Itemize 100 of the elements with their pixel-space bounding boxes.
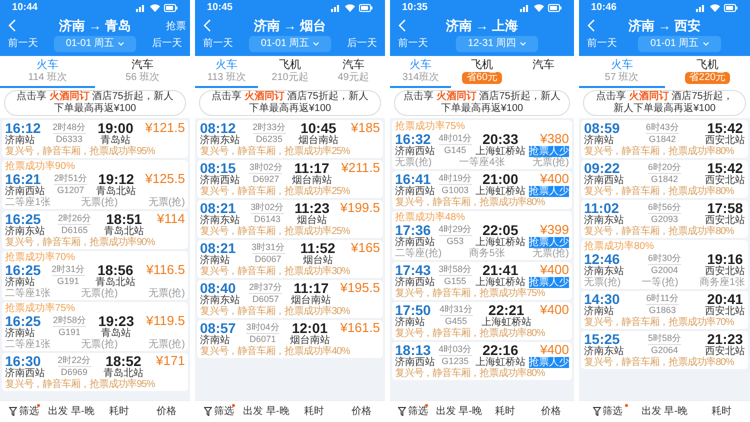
wifi-icon xyxy=(150,4,160,12)
promo-banner[interactable]: 点击享 火酒同订 酒店75折起，新人下单最高再返¥100 xyxy=(583,90,746,116)
sort-option[interactable]: 价格 xyxy=(338,404,385,419)
train-card[interactable]: 抢票成功率75% 16:25 济南站 2时58分 G191 19:23 青岛站 ¥119.5 二等座1张 无票(抢) 无票(抢) xyxy=(2,302,188,351)
arrival-time: 19:23 xyxy=(98,314,134,328)
seat-availability: 无票(抢) xyxy=(532,157,569,168)
promo-banner[interactable]: 点击享 火酒同订 酒店75折起，新人下单最高再返¥100 xyxy=(4,90,186,116)
transport-tab[interactable]: 飞机 210元起 xyxy=(258,59,322,88)
train-card[interactable]: 抢票成功率80% 12:46 济南东站 6时30分 G2004 19:16 西安北站 无票(抢) 一等(抢) 商务座1张 xyxy=(581,240,748,289)
train-card[interactable]: 16:12 济南站 2时48分 D6333 19:00 青岛站 ¥121.5 复兴号，静音车厢，抢票成功率95% xyxy=(2,120,188,158)
train-card[interactable]: 18:13 济南西站 4时03分 G1235 22:16 上海虹桥站 ¥400 抢票人少 复兴号，静音车厢，抢票成功率80% xyxy=(392,342,572,380)
battery-icon xyxy=(548,4,562,12)
arrival-time: 20:41 xyxy=(707,292,743,306)
duration: 3时31分 xyxy=(252,241,285,254)
train-card[interactable]: 抢票成功率48% 17:36 济南西站 4时29分 G53 22:05 上海虹桥站 ¥399 抢票人少 二等座(抢) 商务5张 无票(抢) xyxy=(392,211,572,260)
sort-option[interactable]: 耗时 xyxy=(693,404,750,419)
tab-subtitle: 57 班次 xyxy=(604,72,639,84)
train-card[interactable]: 抢票成功率75% 16:32 济南西站 4时01分 G145 20:33 上海虹桥站 ¥380 抢票人少 无票(抢) 一等座4张 无票(抢) xyxy=(392,120,572,169)
train-card[interactable]: 16:30 济南西站 2时22分 D6969 18:52 青岛北站 ¥171 复兴号，静音车厢，抢票成功率95% xyxy=(2,353,188,391)
arrival-station: 上海虹桥站 xyxy=(481,317,532,328)
transport-tab[interactable]: 飞机 省220元 xyxy=(664,59,750,88)
sort-option[interactable]: 耗时 xyxy=(482,404,528,419)
ticket-price: ¥125.5 xyxy=(145,172,185,186)
ticket-price: ¥399 xyxy=(540,223,569,237)
train-card[interactable]: 09:22 济南西站 6时20分 G1842 15:42 西安北站 复兴号，静音车厢，抢票成功率80% xyxy=(581,160,748,198)
sort-option[interactable]: 耗时 xyxy=(290,404,338,419)
filter-icon xyxy=(8,407,17,416)
sort-option[interactable]: 筛选 xyxy=(195,404,242,419)
arrival-station: 烟台南站 xyxy=(291,295,332,306)
train-note: 复兴号，静音车厢，抢票成功率75% xyxy=(395,288,546,299)
back-button[interactable] xyxy=(203,19,211,32)
train-note: 复兴号，静音车厢，抢票成功率90% xyxy=(5,237,156,248)
transport-tab[interactable]: 汽车 xyxy=(512,59,574,88)
sort-option[interactable]: 耗时 xyxy=(95,404,142,419)
departure-time: 17:43 xyxy=(395,263,431,277)
train-card[interactable]: 14:30 济南站 6时11分 G1863 20:41 西安北站 复兴号，静音车厢，抢票成功率70% xyxy=(581,291,748,329)
train-card[interactable]: 16:41 济南西站 4时19分 G1003 21:00 上海虹桥站 ¥400 抢票人少 复兴号，静音车厢，抢票成功率80% xyxy=(392,171,572,209)
arrival-time: 21:23 xyxy=(707,332,743,346)
success-rate-tag: 抢票成功率90% xyxy=(5,161,185,172)
train-number: G2004 xyxy=(650,265,678,276)
chevron-down-icon xyxy=(118,42,124,46)
arrival-station: 青岛北站 xyxy=(103,368,144,379)
train-card[interactable]: 17:50 济南站 4时31分 G455 22:21 上海虹桥站 ¥400 复兴号，静音车厢，抢票成功率80% xyxy=(392,302,572,340)
promo-banner[interactable]: 点击享 火酒同订 酒店75折起，新人下单最高再返¥100 xyxy=(394,90,570,116)
train-card[interactable]: 08:21 济南站 3时31分 D6067 11:52 烟台站 ¥165 复兴号，静音车厢，抢票成功率30% xyxy=(197,240,383,278)
promo-banner[interactable]: 点击享 火酒同订 酒店75折起，新人下单最高再返¥100 xyxy=(199,90,381,116)
signal-icon xyxy=(331,4,341,12)
departure-station: 济南站 xyxy=(200,335,231,346)
transport-tab[interactable]: 汽车 56 班次 xyxy=(95,59,190,88)
savings-badge: 省220元 xyxy=(684,72,730,84)
train-card[interactable]: 17:43 济南西站 3时58分 G155 21:41 上海虹桥站 ¥400 抢票人少 复兴号，静音车厢，抢票成功率75% xyxy=(392,262,572,300)
departure-station: 济南站 xyxy=(5,135,36,146)
sort-option[interactable]: 出发 早-晚 xyxy=(242,404,290,419)
train-card[interactable]: 16:25 济南东站 2时26分 D6165 18:51 青岛北站 ¥114 复兴号，静音车厢，抢票成功率90% xyxy=(2,211,188,249)
train-note: 复兴号，静音车厢，抢票成功率25% xyxy=(200,146,351,157)
battery-icon xyxy=(724,4,738,12)
back-button[interactable] xyxy=(587,19,595,32)
ticket-price: ¥114 xyxy=(157,212,185,226)
arrival-time: 18:56 xyxy=(98,263,134,277)
departure-time: 08:12 xyxy=(200,121,236,135)
train-card[interactable]: 08:12 济南东站 2时33分 D6235 10:45 烟台南站 ¥185 复兴号，静音车厢，抢票成功率25% xyxy=(197,120,383,158)
departure-station: 济南东站 xyxy=(200,215,240,226)
sort-option[interactable]: 价格 xyxy=(142,404,190,419)
departure-station: 济南西站 xyxy=(5,186,45,197)
train-card[interactable]: 11:02 济南东站 6时56分 G2093 17:58 西安北站 复兴号，静音车厢，抢票成功率80% xyxy=(581,200,748,238)
sort-option[interactable]: 出发 早-晚 xyxy=(436,404,482,419)
arrival-time: 15:42 xyxy=(707,161,743,175)
success-rate-tag: 抢票成功率80% xyxy=(584,241,745,252)
departure-time: 15:25 xyxy=(584,332,620,346)
sort-option[interactable]: 筛选 xyxy=(579,404,636,419)
train-card[interactable]: 抢票成功率70% 16:25 济南站 2时31分 G191 18:56 青岛北站 ¥116.5 二等座1张 无票(抢) 无票(抢) xyxy=(2,251,188,300)
tab-subtitle: 113 班次 xyxy=(207,72,246,84)
sort-option[interactable]: 筛选 xyxy=(390,404,436,419)
train-card[interactable]: 08:57 济南站 3时04分 D6071 12:01 烟台南站 ¥161.5 复兴号，静音车厢，抢票成功率40% xyxy=(197,320,383,358)
wifi-icon xyxy=(710,4,720,12)
arrival-time: 10:45 xyxy=(300,121,336,135)
status-time: 10:35 xyxy=(402,3,428,13)
sort-option[interactable]: 出发 早-晚 xyxy=(636,404,693,419)
sort-option[interactable]: 筛选 xyxy=(0,404,48,419)
sort-option[interactable]: 出发 早-晚 xyxy=(48,404,95,419)
duration: 4时03分 xyxy=(438,343,472,356)
train-card[interactable]: 08:40 济南东站 2时37分 D6057 11:17 烟台南站 ¥195.5 复兴号，静音车厢，抢票成功率30% xyxy=(197,280,383,318)
train-card[interactable]: 08:15 济南西站 3时02分 D6927 11:17 烟台南站 ¥211.5 复兴号，静音车厢，抢票成功率25% xyxy=(197,160,383,198)
back-button[interactable] xyxy=(8,19,16,32)
departure-station: 济南西站 xyxy=(395,357,435,368)
arrival-station: 上海虹桥站 xyxy=(475,146,526,157)
train-card[interactable]: 08:21 济南东站 3时02分 D6143 11:23 烟台站 ¥199.5 复兴号，静音车厢，抢票成功率25% xyxy=(197,200,383,238)
train-card[interactable]: 15:25 济南东站 5时58分 G2064 21:23 西安北站 复兴号，静音车厢，抢票成功率80% xyxy=(581,331,748,369)
train-note: 复兴号，静音车厢，抢票成功率95% xyxy=(5,379,156,390)
sort-option[interactable]: 价格 xyxy=(528,404,574,419)
train-card[interactable]: 08:59 济南站 6时43分 G1842 15:42 西安北站 复兴号，静音车厢，抢票成功率80% xyxy=(581,120,748,158)
transport-tab[interactable]: 汽车 49元起 xyxy=(322,59,385,88)
arrival-time: 11:17 xyxy=(294,281,329,295)
train-note: 复兴号，静音车厢，抢票成功率30% xyxy=(200,266,351,277)
transport-tab[interactable]: 飞机 省60元 xyxy=(451,59,513,88)
back-button[interactable] xyxy=(398,19,406,32)
departure-time: 08:59 xyxy=(584,121,620,135)
arrival-time: 11:52 xyxy=(300,241,336,255)
train-note: 复兴号，静音车厢，抢票成功率80% xyxy=(395,328,546,339)
train-card[interactable]: 抢票成功率90% 16:21 济南西站 2时51分 G1207 19:12 青岛北站 ¥125.5 二等座1张 无票(抢) 无票(抢) xyxy=(2,160,188,209)
